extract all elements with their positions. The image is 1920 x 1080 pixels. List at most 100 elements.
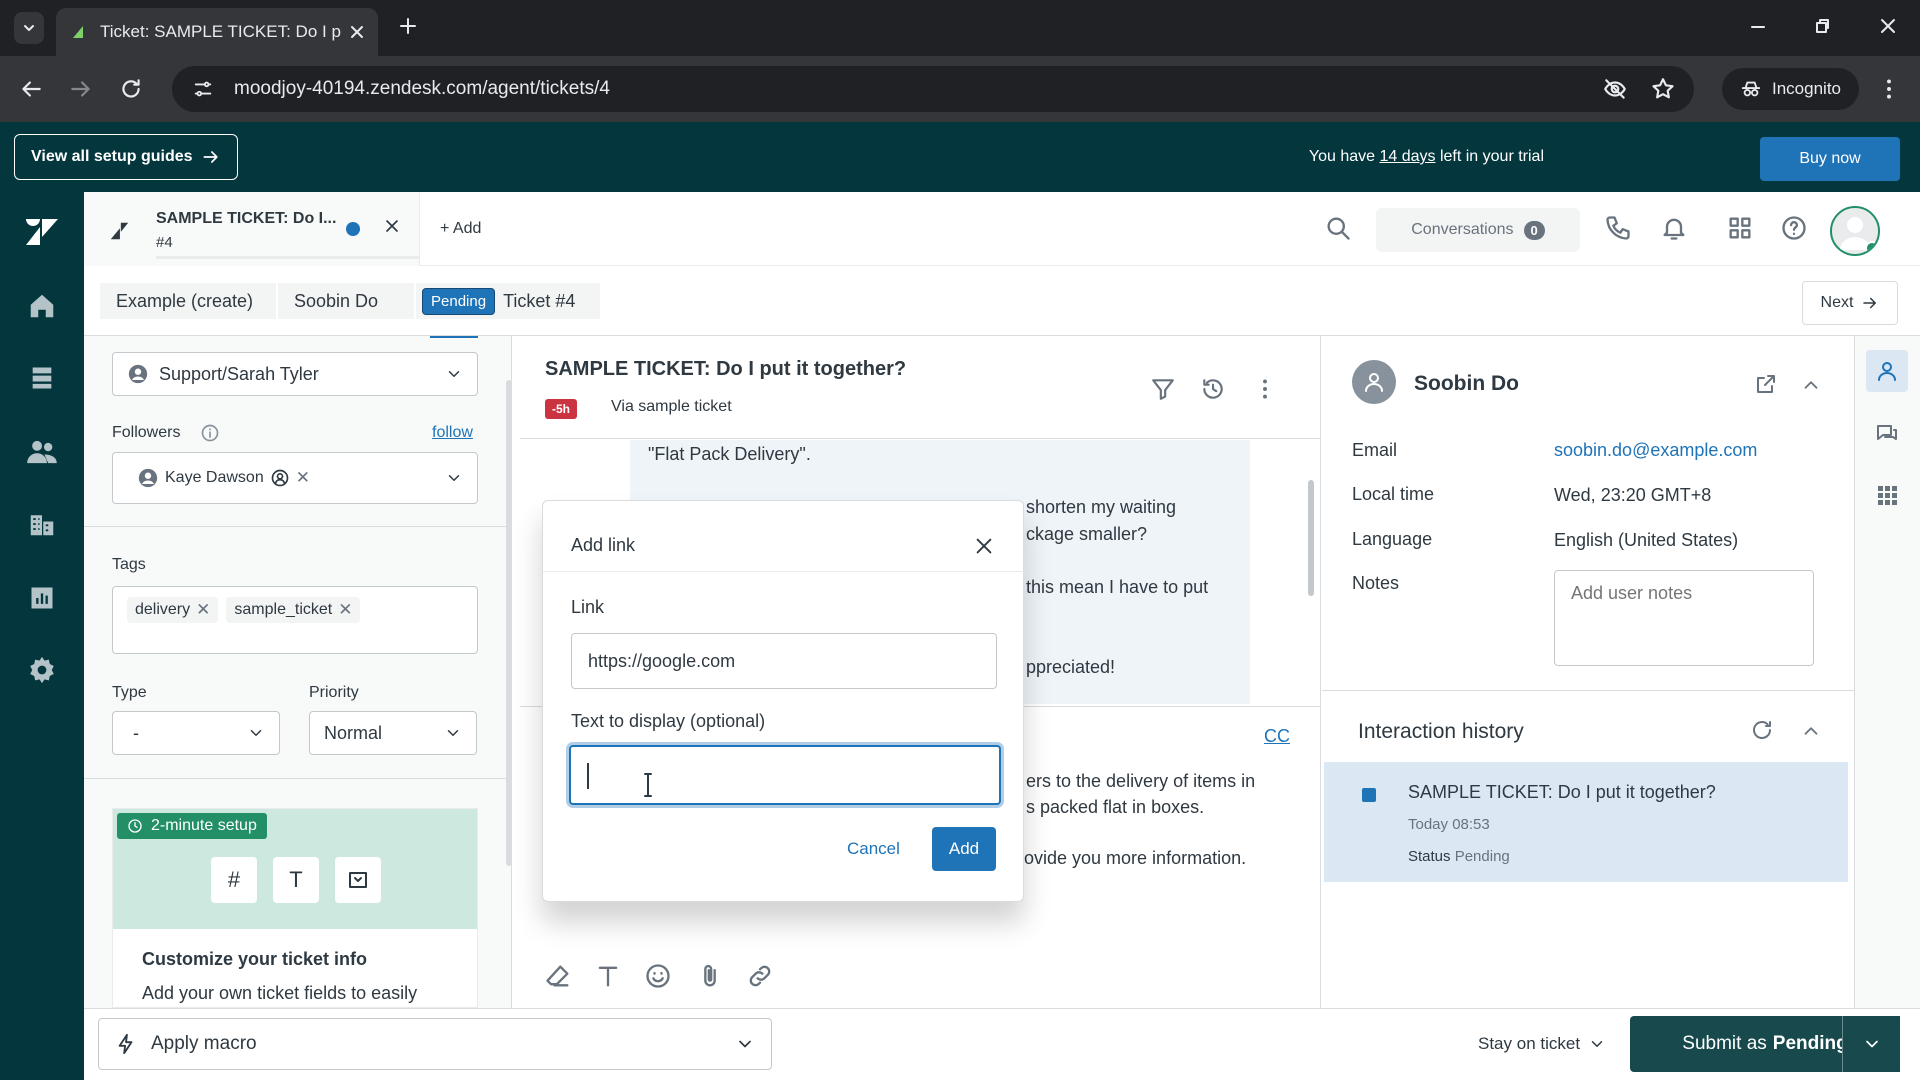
more-options-icon[interactable] xyxy=(1252,376,1278,402)
home-icon[interactable] xyxy=(22,286,62,326)
ticket-workspace-tab[interactable]: SAMPLE TICKET: Do I... #4 xyxy=(84,192,420,266)
trial-banner xyxy=(0,122,1920,192)
clock-icon xyxy=(128,819,142,833)
trial-days-link[interactable]: 14 days xyxy=(1379,148,1435,165)
remove-tag-icon[interactable]: ✕ xyxy=(338,600,352,620)
text-format-icon[interactable] xyxy=(594,962,622,990)
assignee-icon xyxy=(128,364,148,384)
add-tab-button[interactable]: + Add xyxy=(440,220,481,238)
close-dialog-icon[interactable] xyxy=(973,535,995,557)
breadcrumb-requester[interactable]: Soobin Do xyxy=(278,283,414,319)
browser-tab[interactable]: Ticket: SAMPLE TICKET: Do I put it toget… xyxy=(56,8,378,56)
breadcrumb-ticket[interactable]: Pending Ticket #4 xyxy=(416,283,600,319)
properties-scrollbar[interactable] xyxy=(506,380,512,866)
stay-on-ticket-label: Stay on ticket xyxy=(1478,1034,1581,1053)
conversation-divider xyxy=(520,438,1320,439)
info-icon[interactable] xyxy=(200,423,220,443)
tab-search-button[interactable] xyxy=(14,12,44,44)
add-link-button[interactable]: Add xyxy=(932,827,996,871)
open-external-icon[interactable] xyxy=(1754,372,1778,396)
type-label: Type xyxy=(112,684,147,701)
user-avatar[interactable] xyxy=(1830,206,1880,256)
restore-icon[interactable] xyxy=(1810,14,1834,38)
close-icon[interactable] xyxy=(350,25,364,39)
next-ticket-button[interactable]: Next xyxy=(1802,281,1898,325)
emoji-icon[interactable] xyxy=(644,962,672,990)
user-notes-input[interactable] xyxy=(1554,570,1814,666)
reporting-icon[interactable] xyxy=(22,578,62,618)
link-icon[interactable] xyxy=(746,962,774,990)
message-line: shorten my waiting xyxy=(1026,497,1177,517)
bookmark-star-icon[interactable] xyxy=(1650,76,1676,102)
zendesk-logo-icon[interactable] xyxy=(22,212,62,252)
priority-select[interactable]: Normal xyxy=(309,711,477,755)
tags-field[interactable]: delivery ✕ sample_ticket ✕ xyxy=(112,586,478,654)
type-select[interactable]: - xyxy=(112,711,280,755)
history-icon[interactable] xyxy=(1200,376,1226,402)
window-close-icon[interactable] xyxy=(1876,14,1900,38)
breadcrumb-organization[interactable]: Example (create) xyxy=(100,283,276,319)
notes-label: Notes xyxy=(1352,573,1400,593)
conversation-scrollbar[interactable] xyxy=(1308,480,1314,596)
cancel-button[interactable]: Cancel xyxy=(837,829,910,869)
setup-card[interactable]: 2-minute setup # T Customize your ticket… xyxy=(112,808,478,1008)
new-tab-plus-icon[interactable] xyxy=(396,14,420,38)
eraser-icon[interactable] xyxy=(544,962,572,990)
address-bar[interactable]: moodjoy-40194.zendesk.com/agent/tickets/… xyxy=(172,66,1694,112)
search-icon[interactable] xyxy=(1324,214,1352,242)
assignee-select[interactable]: Support/Sarah Tyler xyxy=(112,352,478,396)
remove-tag-icon[interactable]: ✕ xyxy=(196,600,210,620)
customers-icon[interactable] xyxy=(22,432,62,472)
reload-icon[interactable] xyxy=(118,76,144,102)
section-divider xyxy=(84,526,512,527)
incognito-indicator[interactable]: Incognito xyxy=(1722,68,1859,110)
help-icon[interactable] xyxy=(1780,214,1808,242)
section-divider xyxy=(1322,690,1854,691)
buy-now-button[interactable]: Buy now xyxy=(1760,137,1900,181)
customer-context-icon[interactable] xyxy=(1866,350,1908,392)
submit-options-button[interactable] xyxy=(1842,1016,1900,1072)
apply-macro-select[interactable]: Apply macro xyxy=(98,1018,772,1070)
display-text-input[interactable] xyxy=(569,745,1001,805)
site-settings-icon[interactable] xyxy=(192,78,214,100)
cc-link[interactable]: CC xyxy=(1264,726,1290,747)
browser-menu-icon[interactable] xyxy=(1876,76,1902,102)
refresh-icon[interactable] xyxy=(1750,718,1774,742)
email-link[interactable]: soobin.do@example.com xyxy=(1554,440,1757,461)
assignee-value: Support/Sarah Tyler xyxy=(159,363,319,384)
views-icon[interactable] xyxy=(22,358,62,398)
setup-guides-label: View all setup guides xyxy=(31,148,193,165)
knowledge-icon[interactable] xyxy=(1866,412,1908,454)
products-grid-icon[interactable] xyxy=(1726,214,1754,242)
close-tab-icon[interactable] xyxy=(382,216,402,236)
stay-on-ticket-select[interactable]: Stay on ticket xyxy=(1478,1034,1606,1054)
followers-select[interactable]: Kaye Dawson ✕ xyxy=(112,452,478,504)
section-divider xyxy=(84,778,512,779)
dialog-divider xyxy=(543,571,1025,572)
back-arrow-icon[interactable] xyxy=(18,76,44,102)
follower-name: Kaye Dawson xyxy=(165,469,264,486)
interaction-history-item[interactable]: SAMPLE TICKET: Do I put it together? Tod… xyxy=(1324,762,1848,882)
attachment-icon[interactable] xyxy=(696,962,724,990)
filter-icon[interactable] xyxy=(1150,376,1176,402)
submit-status: Pending xyxy=(1772,1033,1848,1054)
notifications-bell-icon[interactable] xyxy=(1660,214,1688,242)
remove-follower-icon[interactable]: ✕ xyxy=(296,468,310,488)
conversations-button[interactable]: Conversations 0 xyxy=(1376,208,1580,252)
text-cursor-icon xyxy=(644,773,652,797)
admin-gear-icon[interactable] xyxy=(22,650,62,690)
minimize-icon[interactable] xyxy=(1746,14,1770,38)
forward-arrow-icon[interactable] xyxy=(68,76,94,102)
organizations-icon[interactable] xyxy=(22,504,62,544)
link-url-input[interactable] xyxy=(571,633,997,689)
chevron-down-icon xyxy=(448,371,460,377)
follow-link[interactable]: follow xyxy=(432,424,473,442)
phone-icon[interactable] xyxy=(1604,214,1632,242)
collapse-chevron-icon[interactable] xyxy=(1800,374,1822,396)
collapse-chevron-icon[interactable] xyxy=(1800,720,1822,742)
view-setup-guides-button[interactable]: View all setup guides xyxy=(14,134,238,180)
arrow-right-icon xyxy=(203,151,218,163)
chevron-down-icon xyxy=(448,475,460,481)
apps-icon[interactable] xyxy=(1866,474,1908,516)
eye-off-icon[interactable] xyxy=(1602,76,1628,102)
